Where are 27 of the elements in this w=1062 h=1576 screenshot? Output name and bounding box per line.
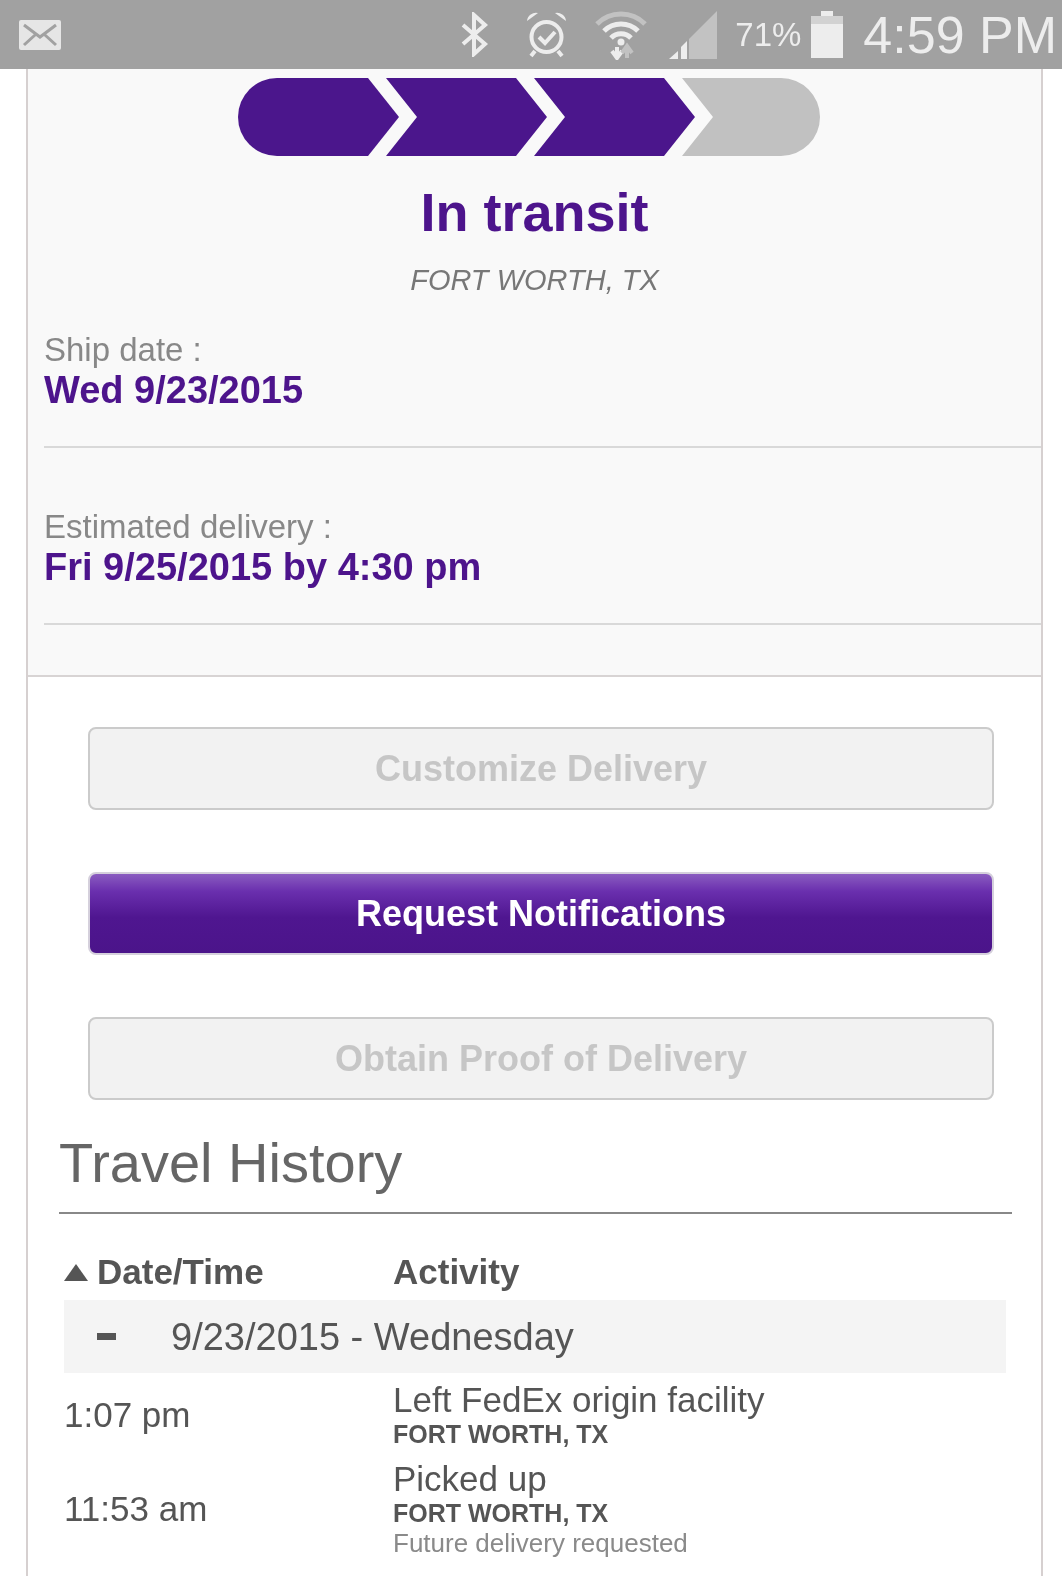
clock-time: 4:59 PM: [863, 4, 1057, 65]
envelope-icon: [19, 19, 61, 50]
battery-percent: 71%: [735, 14, 802, 55]
detail-label: Estimated delivery :: [44, 508, 332, 546]
sort-icon[interactable]: [64, 1263, 88, 1281]
event-activity: Picked up: [393, 1460, 547, 1498]
battery-icon: [811, 11, 844, 58]
date-group-row[interactable]: 9/23/2015 - Wednesday: [64, 1300, 1006, 1373]
shipment-location: FORT WORTH, TX: [410, 263, 659, 298]
event-location: FORT WORTH, TX: [393, 1498, 609, 1528]
group-date: 9/23/2015 - Wednesday: [171, 1314, 574, 1359]
column-header[interactable]: Activity: [393, 1252, 520, 1292]
section-title: Travel History: [59, 1131, 403, 1194]
wifi-icon: [595, 9, 648, 60]
detail-label: Ship date :: [44, 331, 202, 369]
alarm-clock-icon: [525, 11, 569, 58]
column-header[interactable]: Date/Time: [97, 1252, 264, 1292]
detail-value: Fri 9/25/2015 by 4:30 pm: [44, 546, 482, 588]
signal-icon: [669, 10, 718, 59]
event-activity: Left FedEx origin facility: [393, 1381, 765, 1419]
event-location: FORT WORTH, TX: [393, 1419, 609, 1449]
event-note: Future delivery requested: [393, 1528, 688, 1558]
detail-value: Wed 9/23/2015: [44, 369, 304, 411]
event-time: 1:07 pm: [64, 1395, 191, 1435]
shipment-status: In transit: [420, 181, 649, 244]
action-button[interactable]: Request Notifications: [88, 872, 994, 955]
event-time: 11:53 am: [64, 1489, 208, 1529]
